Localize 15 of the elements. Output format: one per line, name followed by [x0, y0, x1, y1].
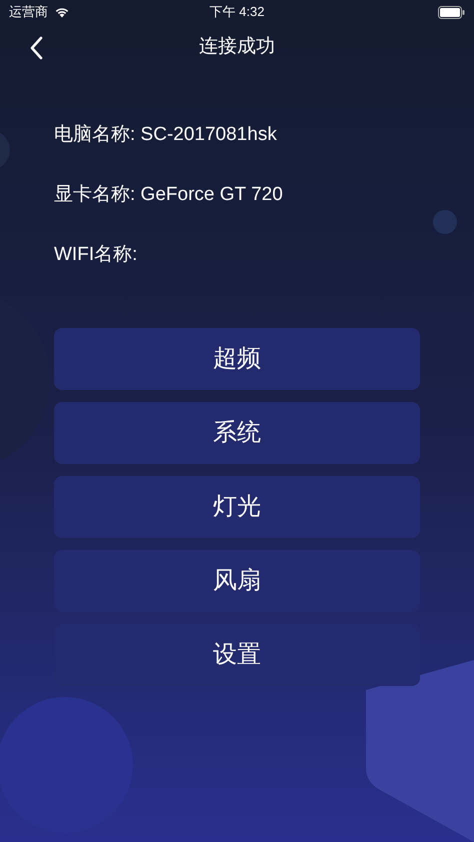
- info-text: 电脑名称: SC-2017081hsk: [54, 123, 278, 146]
- menu-button[interactable]: 灯光: [54, 476, 420, 538]
- carrier-label: 运营商: [9, 3, 48, 22]
- menu-button[interactable]: 设置: [54, 624, 420, 686]
- info-text: WIFI名称:: [54, 243, 138, 266]
- info-text: 显卡名称: GeForce GT 720: [54, 183, 284, 206]
- back-icon: [29, 36, 43, 60]
- background-circle: [433, 210, 457, 234]
- battery-icon: [438, 6, 465, 18]
- menu-button[interactable]: 系统: [54, 402, 420, 464]
- wifi-icon: [54, 6, 70, 18]
- page-title: 连接成功: [199, 34, 275, 59]
- time-label: 下午 4:32: [210, 3, 264, 22]
- menu-button[interactable]: 超频: [54, 328, 420, 390]
- menu-button[interactable]: 风扇: [54, 550, 420, 612]
